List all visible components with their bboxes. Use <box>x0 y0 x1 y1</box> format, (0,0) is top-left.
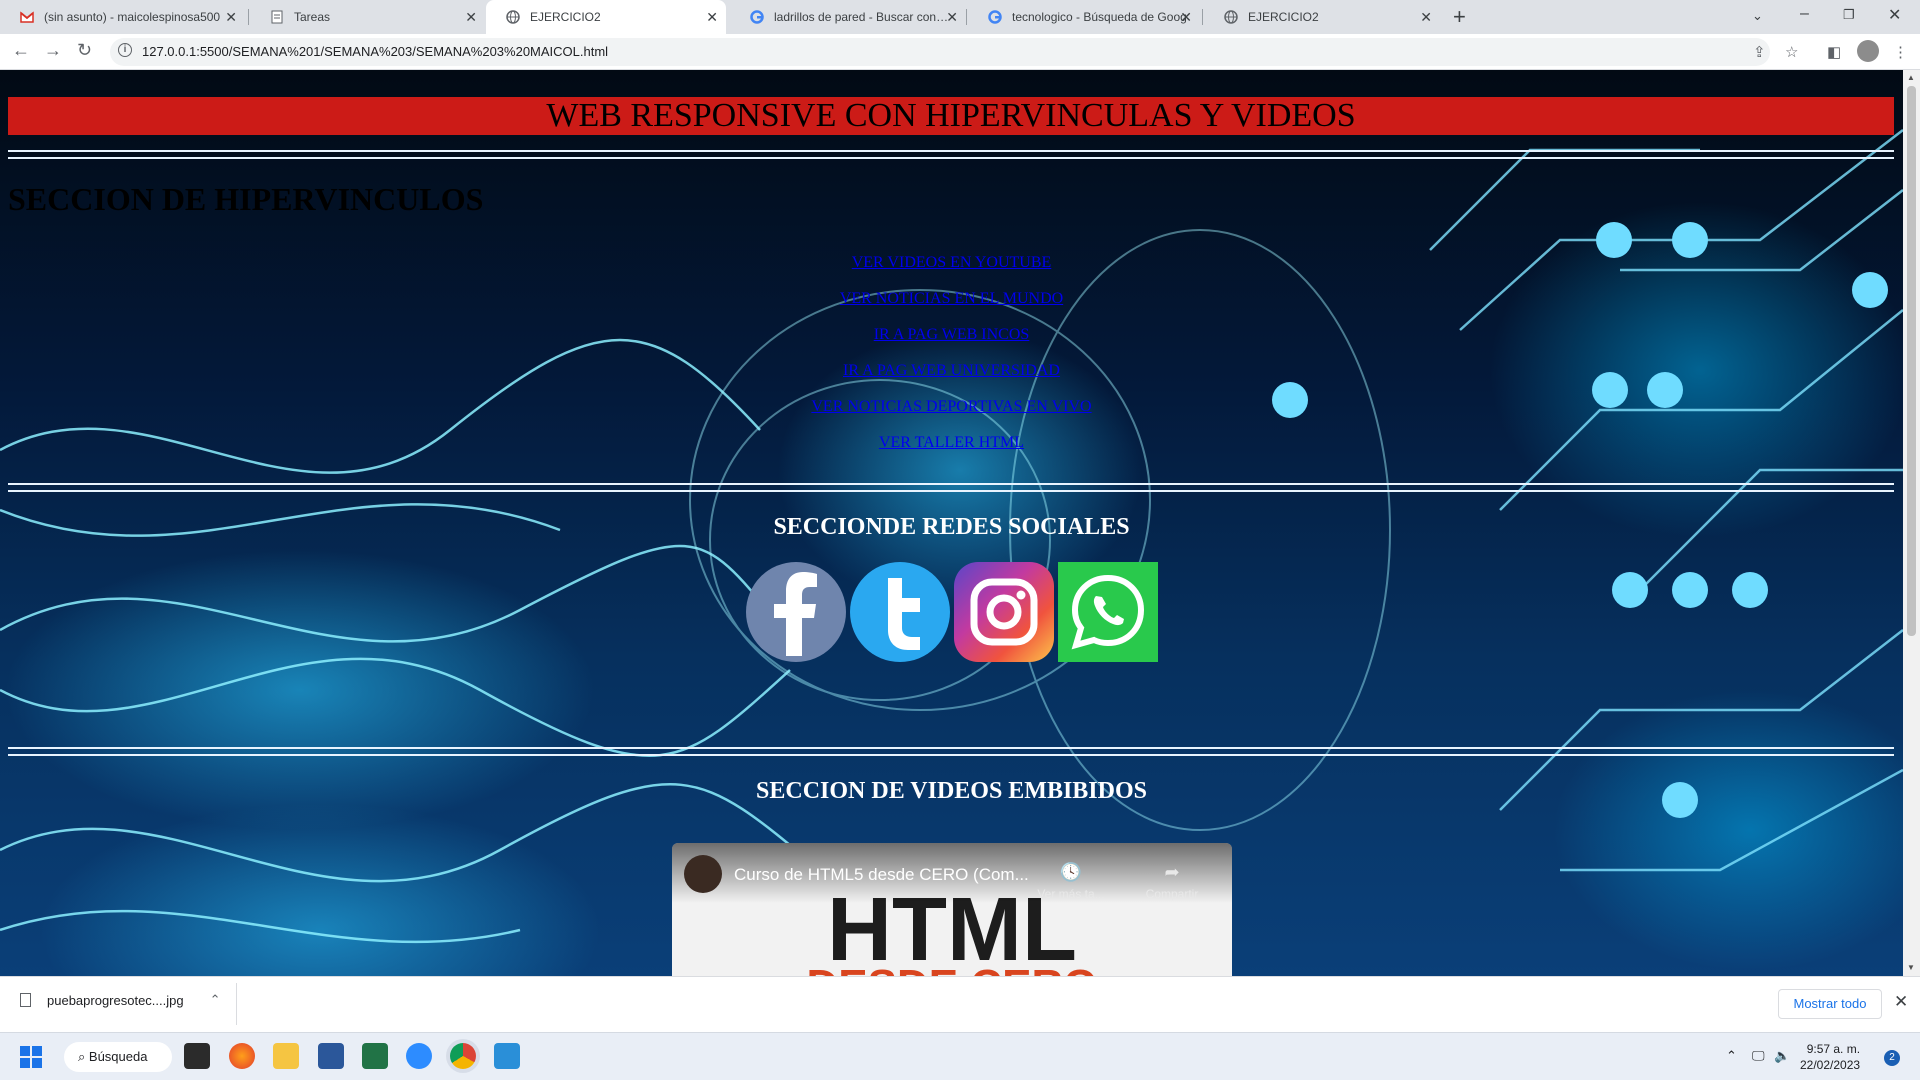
tab-ejercicio2[interactable]: EJERCICIO2 ✕ <box>1204 0 1440 34</box>
firefox-icon[interactable] <box>229 1043 255 1069</box>
close-icon[interactable]: ✕ <box>706 9 718 26</box>
tab-title: tecnologico - Búsqueda de Goog <box>1012 10 1187 24</box>
embedded-video[interactable]: HTML DESDE CERO Curso de HTML5 desde CER… <box>672 843 1232 976</box>
tab-title: (sin asunto) - maicolespinosa500 <box>44 10 221 24</box>
zoom-icon[interactable] <box>406 1043 432 1069</box>
link-taller-html[interactable]: VER TALLER HTML <box>0 434 1903 470</box>
chevron-up-icon[interactable]: ⌃ <box>210 992 221 1008</box>
divider <box>8 747 1894 756</box>
download-bar: puebaprogresotec....jpg ⌃ Mostrar todo ✕ <box>0 976 1920 1032</box>
chrome-icon[interactable] <box>450 1043 476 1069</box>
bookmark-star-icon[interactable]: ☆ <box>1785 43 1798 61</box>
file-explorer-icon[interactable] <box>273 1043 299 1069</box>
url-text: 127.0.0.1:5500/SEMANA%201/SEMANA%203/SEM… <box>142 44 609 59</box>
share-arrow-icon: ➦ <box>1164 862 1180 882</box>
social-heading: SECCIONDE REDES SOCIALES <box>773 514 1130 540</box>
back-button[interactable]: ← <box>12 40 30 61</box>
watch-later-button[interactable]: 🕓 Ver más ta... <box>1036 862 1106 901</box>
divider <box>8 150 1894 159</box>
tab-title: ladrillos de pared - Buscar con Go <box>774 10 949 24</box>
tab-search-icon[interactable]: ⌄ <box>1752 8 1763 24</box>
menu-icon[interactable]: ⋮ <box>1893 43 1908 61</box>
google-icon <box>750 10 764 24</box>
info-icon[interactable]: i <box>118 43 132 57</box>
close-icon[interactable]: ✕ <box>1894 992 1908 1012</box>
tab-ejercicio2-active[interactable]: EJERCICIO2 ✕ <box>486 0 726 34</box>
file-icon <box>20 993 31 1007</box>
vscode-icon[interactable] <box>494 1043 520 1069</box>
avatar[interactable] <box>1857 40 1879 62</box>
show-all-button[interactable]: Mostrar todo <box>1778 989 1882 1019</box>
google-icon <box>988 10 1002 24</box>
whatsapp-icon[interactable] <box>1058 562 1158 662</box>
video-thumbnail-subtext: DESDE CERO <box>672 961 1232 976</box>
volume-icon[interactable]: 🔈 <box>1774 1048 1790 1064</box>
clock-icon: 🕓 <box>1059 862 1083 882</box>
scroll-down-arrow[interactable]: ▼ <box>1907 963 1915 972</box>
notification-badge[interactable]: 2 <box>1884 1050 1900 1066</box>
address-bar[interactable]: i 127.0.0.1:5500/SEMANA%201/SEMANA%203/S… <box>110 38 1770 66</box>
tab-title: EJERCICIO2 <box>1248 10 1319 24</box>
document-icon <box>270 10 284 24</box>
taskbar: ⌕ Búsqueda ⌃ 🖵 🔈 9:57 a. m. 22/02/2023 2 <box>0 1032 1920 1080</box>
excel-icon[interactable] <box>362 1043 388 1069</box>
divider <box>8 483 1894 492</box>
scrollbar-thumb[interactable] <box>1907 86 1916 636</box>
link-youtube[interactable]: VER VIDEOS EN YOUTUBE <box>0 254 1903 290</box>
tab-strip: (sin asunto) - maicolespinosa500 ✕ Tarea… <box>0 0 1920 34</box>
scroll-up-arrow[interactable]: ▲ <box>1907 73 1915 82</box>
download-item[interactable]: puebaprogresotec....jpg ⌃ <box>20 992 221 1008</box>
link-noticias-mundo[interactable]: VER NOTICIAS EN EL MUNDO <box>0 290 1903 326</box>
close-window-button[interactable]: ✕ <box>1888 5 1901 25</box>
chevron-up-icon[interactable]: ⌃ <box>1726 1048 1737 1064</box>
browser-toolbar: ← → ↻ i 127.0.0.1:5500/SEMANA%201/SEMANA… <box>0 34 1920 70</box>
windows-start-icon[interactable] <box>20 1046 42 1068</box>
globe-icon <box>1224 10 1238 24</box>
links-list: VER VIDEOS EN YOUTUBE VER NOTICIAS EN EL… <box>0 254 1903 470</box>
close-icon[interactable]: ✕ <box>946 9 958 26</box>
page-title: WEB RESPONSIVE CON HIPERVINCULAS Y VIDEO… <box>8 97 1894 135</box>
tab-tecnologico[interactable]: tecnologico - Búsqueda de Goog ✕ <box>968 0 1200 34</box>
tab-title: Tareas <box>294 10 331 24</box>
tab-ladrillos[interactable]: ladrillos de pared - Buscar con Go ✕ <box>730 0 966 34</box>
video-title[interactable]: Curso de HTML5 desde CERO (Com... <box>734 865 1029 885</box>
instagram-icon[interactable] <box>954 562 1054 662</box>
task-view-icon[interactable] <box>184 1043 210 1069</box>
taskbar-clock[interactable]: 9:57 a. m. 22/02/2023 <box>1800 1041 1860 1073</box>
share-icon[interactable]: ⇪ <box>1753 43 1766 61</box>
close-icon[interactable]: ✕ <box>1180 9 1192 26</box>
links-heading: SECCION DE HIPERVINCULOS <box>8 181 484 217</box>
close-icon[interactable]: ✕ <box>1420 9 1432 26</box>
link-incos[interactable]: IR A PAG WEB INCOS <box>0 326 1903 362</box>
link-universidad[interactable]: IR A PAG WEB UNIVERSIDAD <box>0 362 1903 398</box>
channel-avatar[interactable] <box>684 855 722 893</box>
video-heading: SECCION DE VIDEOS EMBIBIDOS <box>756 778 1147 804</box>
forward-button[interactable]: → <box>44 40 62 61</box>
side-panel-icon[interactable]: ◧ <box>1827 43 1841 61</box>
share-button[interactable]: ➦ Compartir <box>1132 862 1212 901</box>
search-icon: ⌕ <box>78 1049 89 1064</box>
link-noticias-deportivas[interactable]: VER NOTICIAS DEPORTIVAS EN VIVO <box>0 398 1903 434</box>
gmail-icon <box>20 10 34 24</box>
facebook-icon[interactable] <box>746 562 846 662</box>
taskbar-search[interactable]: ⌕ Búsqueda <box>64 1042 172 1072</box>
tab-tareas[interactable]: Tareas ✕ <box>250 0 485 34</box>
network-icon[interactable]: 🖵 <box>1752 1048 1765 1064</box>
globe-icon <box>506 10 520 24</box>
download-filename: puebaprogresotec....jpg <box>47 992 184 1008</box>
new-tab-button[interactable]: + <box>1453 4 1466 30</box>
tab-gmail[interactable]: (sin asunto) - maicolespinosa500 ✕ <box>0 0 245 34</box>
minimize-button[interactable]: – <box>1800 5 1809 23</box>
page-scrollbar[interactable]: ▲ ▼ <box>1903 70 1920 976</box>
word-icon[interactable] <box>318 1043 344 1069</box>
reload-button[interactable]: ↻ <box>77 40 92 61</box>
close-icon[interactable]: ✕ <box>465 9 477 26</box>
tab-title: EJERCICIO2 <box>530 10 601 24</box>
page-viewport: WEB RESPONSIVE CON HIPERVINCULAS Y VIDEO… <box>0 70 1903 976</box>
close-icon[interactable]: ✕ <box>225 9 237 26</box>
twitter-icon[interactable] <box>850 562 950 662</box>
restore-button[interactable]: ❐ <box>1843 7 1855 23</box>
